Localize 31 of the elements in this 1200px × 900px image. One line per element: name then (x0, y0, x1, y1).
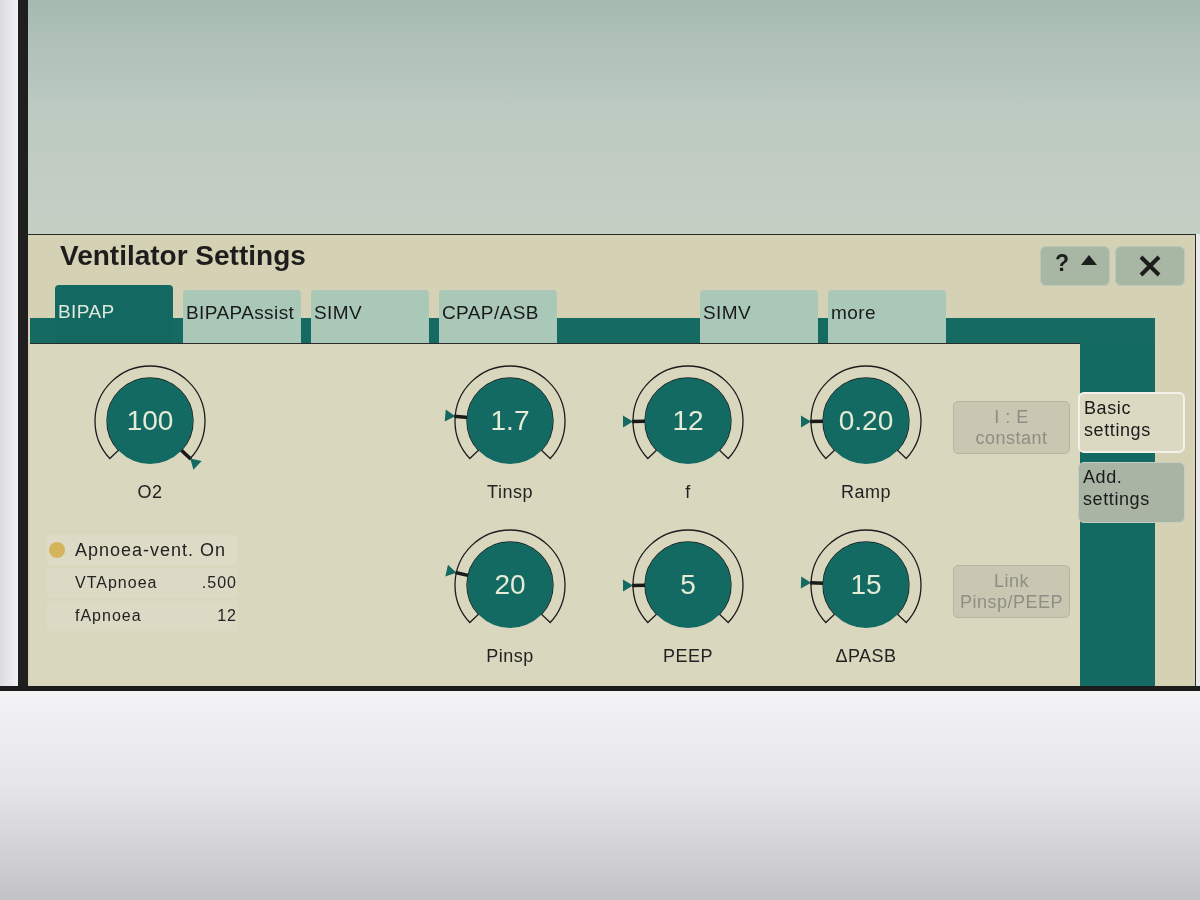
knob-label: Pinsp (486, 645, 534, 667)
mode-tab[interactable]: BIPAPAssist (183, 290, 301, 343)
dial-knob[interactable]: 0.20 (823, 378, 909, 464)
parameter-name: fApnoea (75, 607, 142, 625)
knob-label: f (685, 481, 691, 503)
knob-label: PEEP (663, 645, 713, 667)
knob-label: ΔPASB (835, 645, 897, 667)
knob-label: Ramp (841, 481, 891, 503)
settings-tab[interactable]: Basic settings (1078, 392, 1185, 453)
dial-knob[interactable]: 12 (645, 378, 731, 464)
dial-knob[interactable]: 100 (107, 378, 193, 464)
dial-knob[interactable]: 15 (823, 542, 909, 628)
dial-knob[interactable]: 20 (467, 542, 553, 628)
close-button[interactable] (1115, 246, 1185, 286)
knob-label: Tinsp (487, 481, 533, 503)
mode-tab[interactable]: SIMV (700, 290, 818, 343)
dial-knob[interactable]: 5 (645, 542, 731, 628)
parameter-name: VTApnoea (75, 574, 158, 592)
dial-knob[interactable]: 1.7 (467, 378, 553, 464)
mode-tab[interactable]: CPAP/ASB (439, 290, 557, 343)
mode-tab[interactable]: more (828, 290, 946, 343)
apnoea-status: Apnoea-vent. On (75, 539, 227, 561)
parameter-value: 12 (217, 607, 237, 625)
mode-tab[interactable]: SIMV (311, 290, 429, 343)
triangle-up-icon (1081, 255, 1097, 265)
knob-label: O2 (137, 481, 163, 503)
dialog-title: Ventilator Settings (60, 240, 306, 272)
parameter-value: .500 (201, 574, 237, 592)
settings-tab[interactable]: Add. settings (1078, 462, 1185, 523)
close-icon (1139, 255, 1161, 277)
help-button[interactable]: ? (1040, 246, 1110, 286)
